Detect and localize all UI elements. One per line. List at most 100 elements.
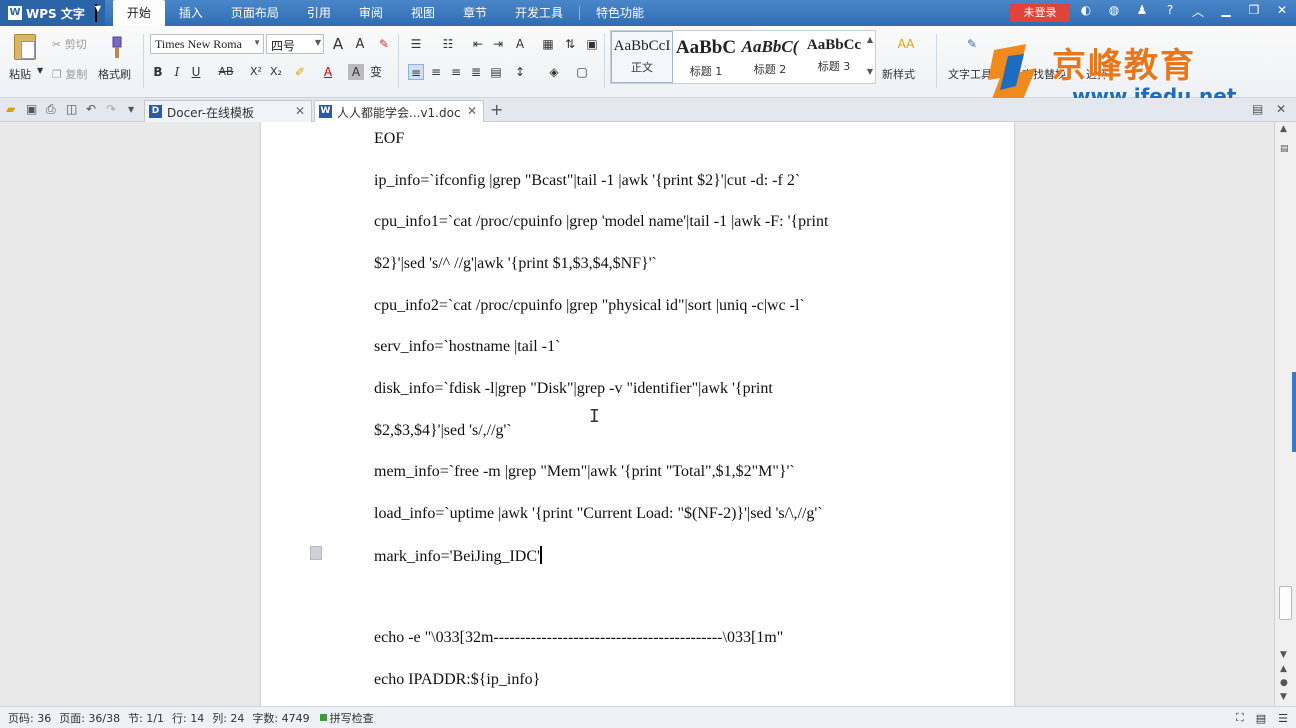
chinese-layout-icon[interactable]: A bbox=[512, 36, 528, 52]
new-style-icon[interactable]: AA bbox=[894, 36, 918, 52]
paste-dropdown-icon[interactable]: ▼ bbox=[37, 66, 43, 75]
code-line[interactable]: ip_info=`ifconfig |grep "Bcast"|tail -1 … bbox=[374, 172, 800, 190]
open-folder-icon[interactable]: ▰ bbox=[6, 102, 15, 116]
bullet-list-icon[interactable]: ☰ bbox=[408, 36, 424, 52]
menu-review[interactable]: 审阅 bbox=[345, 0, 397, 26]
decrease-indent-icon[interactable]: ⇤ bbox=[470, 36, 486, 52]
side-panel-handle[interactable] bbox=[1292, 372, 1296, 452]
spell-check-toggle[interactable]: 拼写检查 bbox=[319, 710, 374, 726]
justify-icon[interactable]: ≣ bbox=[468, 64, 484, 80]
menu-page-layout[interactable]: 页面布局 bbox=[217, 0, 293, 26]
char-shading-icon[interactable]: A bbox=[348, 64, 364, 80]
show-marks-icon[interactable]: ▣ bbox=[584, 36, 600, 52]
text-tools-icon[interactable]: ✎ bbox=[964, 36, 980, 52]
menu-references[interactable]: 引用 bbox=[293, 0, 345, 26]
code-line[interactable]: echo IPADDR:${ip_info} bbox=[374, 671, 540, 689]
distributed-icon[interactable]: ▤ bbox=[488, 64, 504, 80]
minimize-icon[interactable]: ▁ bbox=[1218, 3, 1234, 20]
font-color-icon[interactable]: A bbox=[320, 64, 336, 80]
sort-icon[interactable]: ⇅ bbox=[562, 36, 578, 52]
menu-special-features[interactable]: 特色功能 bbox=[582, 0, 658, 26]
table-icon[interactable]: ▦ bbox=[540, 36, 556, 52]
italic-icon[interactable]: I bbox=[169, 64, 185, 80]
previous-page-icon[interactable]: ▲ bbox=[1280, 664, 1287, 674]
close-document-icon[interactable]: ✕ bbox=[1276, 102, 1286, 116]
restore-icon[interactable]: ❐ bbox=[1246, 3, 1262, 20]
tab-list-icon[interactable]: ▤ bbox=[1252, 102, 1263, 116]
shrink-font-icon[interactable]: A bbox=[352, 37, 368, 53]
menu-insert[interactable]: 插入 bbox=[165, 0, 217, 26]
align-left-icon[interactable]: ≡ bbox=[408, 64, 424, 80]
paste-icon[interactable] bbox=[14, 34, 36, 60]
bold-icon[interactable]: B bbox=[150, 64, 166, 80]
styles-more-icon[interactable]: ▼ bbox=[867, 67, 873, 76]
new-style-button[interactable]: 新样式 bbox=[882, 66, 915, 82]
close-icon[interactable]: ✕ bbox=[295, 104, 305, 118]
code-line[interactable]: serv_info=`hostname |tail -1` bbox=[374, 338, 560, 356]
grow-font-icon[interactable]: A bbox=[330, 36, 346, 52]
tab-docer-templates[interactable]: D Docer-在线模板 ✕ bbox=[144, 100, 312, 122]
borders-icon[interactable]: ▢ bbox=[574, 64, 590, 80]
scroll-down-icon[interactable]: ▼ bbox=[1280, 650, 1287, 660]
align-center-icon[interactable]: ≡ bbox=[428, 64, 444, 80]
scroll-up-icon[interactable]: ▲ bbox=[1280, 124, 1287, 134]
clear-format-icon[interactable]: ✎ bbox=[376, 36, 392, 52]
print-preview-icon[interactable]: ◫ bbox=[66, 102, 77, 116]
cut-button[interactable]: ✂ 剪切 bbox=[52, 36, 87, 52]
skin-icon[interactable]: ◍ bbox=[1106, 3, 1122, 20]
tab-current-document[interactable]: W 人人都能学会...v1.doc ✕ bbox=[314, 100, 484, 122]
status-page-number[interactable]: 页码: 36 bbox=[8, 710, 51, 726]
close-icon[interactable]: ✕ bbox=[467, 104, 477, 118]
undo-icon[interactable]: ↶ bbox=[86, 102, 96, 116]
code-line[interactable]: disk_info=`fdisk -l|grep "Disk"|grep -v … bbox=[374, 380, 773, 398]
new-tab-icon[interactable]: + bbox=[490, 100, 503, 119]
superscript-icon[interactable]: X² bbox=[248, 64, 264, 80]
style-heading-1[interactable]: AaBbC 标题 1 bbox=[675, 31, 737, 83]
copy-button[interactable]: ❐ 复制 bbox=[52, 66, 87, 82]
outline-view-icon[interactable]: ☰ bbox=[1278, 712, 1288, 725]
font-size-select[interactable]: 四号 ▼ bbox=[266, 34, 324, 54]
phonetic-icon[interactable]: 变 bbox=[368, 64, 384, 80]
paragraph-marker-icon[interactable] bbox=[310, 546, 322, 560]
line-spacing-icon[interactable]: ↕ bbox=[512, 64, 528, 80]
paste-button-label[interactable]: 粘贴 bbox=[9, 66, 31, 82]
increase-indent-icon[interactable]: ⇥ bbox=[490, 36, 506, 52]
align-right-icon[interactable]: ≡ bbox=[448, 64, 464, 80]
print-icon[interactable]: ⎙ bbox=[46, 102, 56, 117]
login-button[interactable]: 未登录 bbox=[1010, 4, 1070, 22]
format-painter-label[interactable]: 格式刷 bbox=[98, 66, 131, 82]
style-heading-3[interactable]: AaBbCc 标题 3 bbox=[803, 31, 865, 83]
code-line[interactable]: cpu_info2=`cat /proc/cpuinfo |grep "phys… bbox=[374, 297, 805, 315]
close-icon[interactable]: ✕ bbox=[1274, 3, 1290, 20]
menu-developer[interactable]: 开发工具 bbox=[501, 0, 577, 26]
code-line[interactable]: mark_info='BeiJing_IDC' bbox=[374, 546, 542, 566]
next-page-icon[interactable]: ▼ bbox=[1280, 692, 1287, 702]
ruler-toggle-icon[interactable]: ▤ bbox=[1280, 144, 1289, 154]
numbered-list-icon[interactable]: ☷ bbox=[440, 36, 456, 52]
code-line[interactable]: $2,$3,$4}'|sed 's/,//g'` bbox=[374, 422, 512, 440]
status-word-count[interactable]: 字数: 4749 bbox=[252, 710, 309, 726]
underline-icon[interactable]: U bbox=[188, 64, 204, 80]
cloud-icon[interactable]: ◐ bbox=[1078, 3, 1094, 20]
page-view-icon[interactable]: ▤ bbox=[1256, 712, 1266, 725]
help-icon[interactable]: ? bbox=[1162, 3, 1178, 20]
style-normal[interactable]: AaBbCcI 正文 bbox=[611, 31, 673, 83]
code-line[interactable]: mem_info=`free -m |grep "Mem"|awk '{prin… bbox=[374, 463, 795, 481]
collapse-ribbon-icon[interactable]: ︿ bbox=[1190, 3, 1206, 20]
full-screen-icon[interactable]: ⛶ bbox=[1236, 711, 1244, 725]
style-heading-2[interactable]: AaBbC( 标题 2 bbox=[739, 31, 801, 83]
save-icon[interactable]: ▣ bbox=[26, 102, 37, 116]
code-line[interactable]: $2}'|sed 's/^ //g'|awk '{print $1,$3,$4,… bbox=[374, 255, 657, 273]
code-line[interactable]: echo -e "\033[32m-----------------------… bbox=[374, 629, 783, 647]
menu-view[interactable]: 视图 bbox=[397, 0, 449, 26]
app-menu-button[interactable]: W WPS 文字 ▼ bbox=[0, 0, 105, 26]
code-line[interactable]: load_info=`uptime |awk '{print "Current … bbox=[374, 505, 823, 523]
styles-scroll-up-icon[interactable]: ▲ bbox=[867, 35, 873, 44]
menu-chapter[interactable]: 章节 bbox=[449, 0, 501, 26]
shading-icon[interactable]: ◈ bbox=[546, 64, 562, 80]
select-browse-object-icon[interactable]: ● bbox=[1280, 678, 1288, 688]
menu-home[interactable]: 开始 bbox=[112, 0, 165, 26]
quick-access-dropdown-icon[interactable]: ▼ bbox=[128, 105, 134, 114]
subscript-icon[interactable]: X₂ bbox=[268, 64, 284, 80]
format-painter-icon[interactable] bbox=[106, 36, 126, 60]
